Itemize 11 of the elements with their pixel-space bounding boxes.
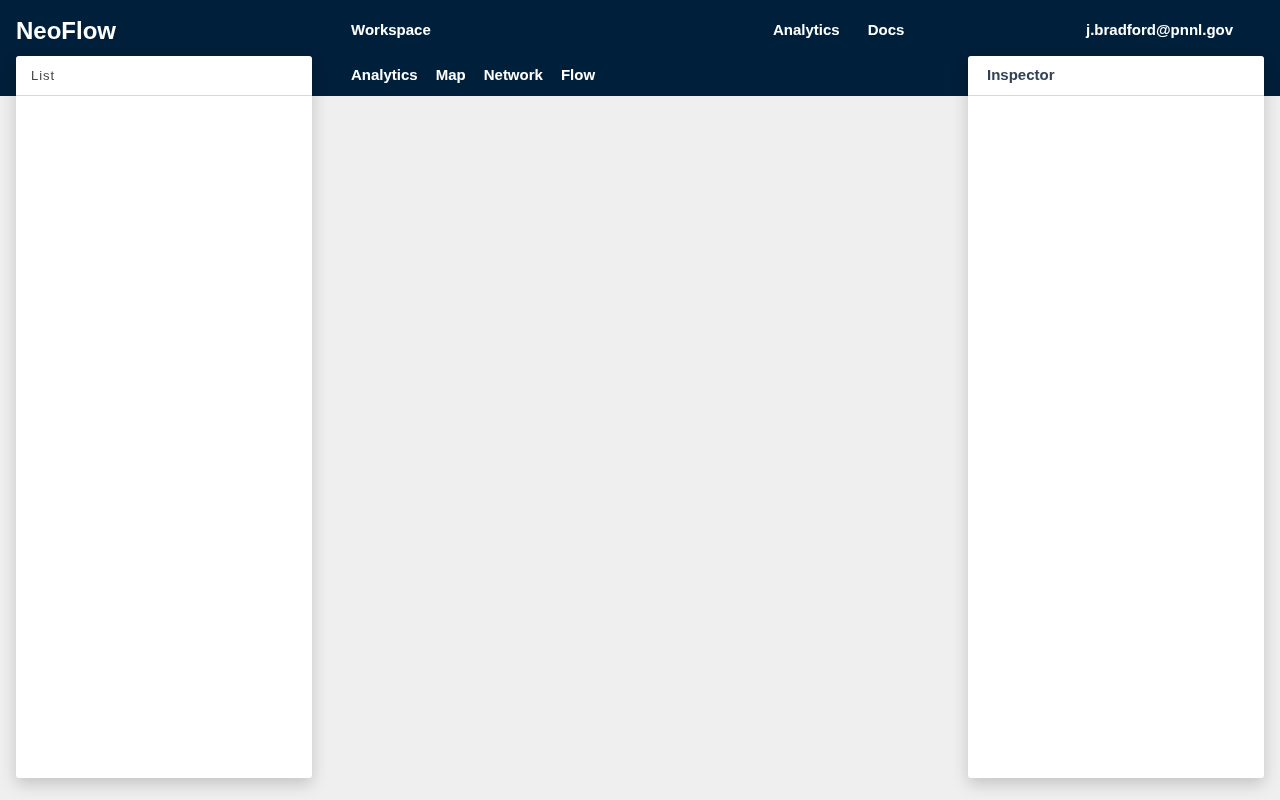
nav-link[interactable]: Analytics [773, 21, 840, 39]
nav-link[interactable]: Analytics [351, 66, 418, 84]
nav-link[interactable]: Map [435, 66, 466, 84]
panel-title: List [31, 66, 56, 85]
panel-title: Inspector [987, 65, 1055, 86]
user-email-link[interactable]: j.bradford@pnnl.gov [1086, 21, 1234, 39]
nav-link[interactable]: Workspace [351, 21, 431, 39]
nav-link[interactable]: Flow [560, 66, 596, 84]
nav-link[interactable]: Docs [867, 21, 905, 39]
nav-link[interactable]: Network [483, 66, 543, 84]
app-title: NeoFlow [16, 16, 116, 46]
